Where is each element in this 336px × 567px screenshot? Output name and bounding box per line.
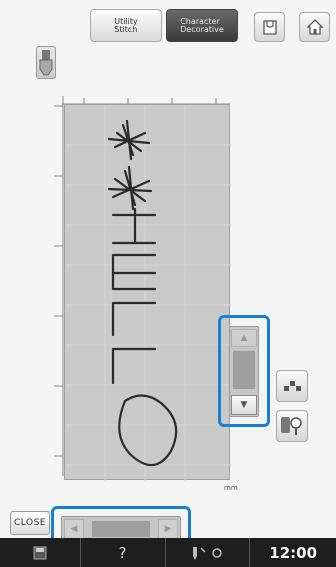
help-button[interactable]: ? (81, 538, 165, 567)
save-icon (33, 546, 47, 559)
status-save-cell[interactable] (0, 538, 80, 567)
close-button[interactable]: CLOSE (10, 511, 50, 535)
home-button[interactable] (299, 12, 330, 42)
arrow-left-icon: ◀ (70, 524, 78, 534)
vertical-scroll-control[interactable]: ▲ ▼ (218, 315, 270, 427)
pocket-button[interactable] (254, 12, 285, 42)
magnify-button[interactable] (276, 410, 308, 442)
scroll-right-button[interactable]: ▶ (158, 519, 178, 539)
arrow-right-icon: ▶ (164, 524, 172, 534)
horizontal-scroll-thumb[interactable] (92, 521, 150, 537)
arrow-down-icon: ▼ (240, 400, 248, 410)
thread-marks-button[interactable] (276, 370, 308, 402)
scroll-left-button[interactable]: ◀ (64, 519, 84, 539)
vertical-scroll-thumb[interactable] (233, 351, 255, 389)
needle-settings-icon (193, 546, 223, 560)
pocket-icon (262, 20, 277, 35)
help-icon: ? (118, 543, 127, 562)
ruler-left (54, 96, 64, 476)
presser-foot-indicator (36, 46, 56, 79)
unit-label: mm (224, 484, 238, 492)
stitch-preview-canvas (64, 104, 231, 481)
vertical-scroll-track[interactable]: ▲ ▼ (229, 326, 259, 417)
settings-button[interactable] (166, 538, 250, 567)
scroll-down-button[interactable]: ▼ (231, 395, 257, 415)
zoom-icon (281, 417, 302, 435)
home-icon (305, 19, 324, 35)
arrow-up-icon: ▲ (240, 333, 248, 343)
utility-stitch-tab[interactable]: Utility Stitch (90, 9, 162, 42)
clock-time: 12:00 (269, 543, 318, 562)
status-bar: ? 12:00 (0, 538, 336, 567)
presser-foot-icon (39, 50, 53, 76)
thread-marks-icon (284, 381, 301, 391)
character-decorative-tab[interactable]: Character Decorative (166, 9, 238, 42)
scroll-up-button[interactable]: ▲ (231, 329, 257, 347)
stitch-pattern (65, 105, 231, 481)
clock-display: 12:00 (250, 538, 336, 567)
